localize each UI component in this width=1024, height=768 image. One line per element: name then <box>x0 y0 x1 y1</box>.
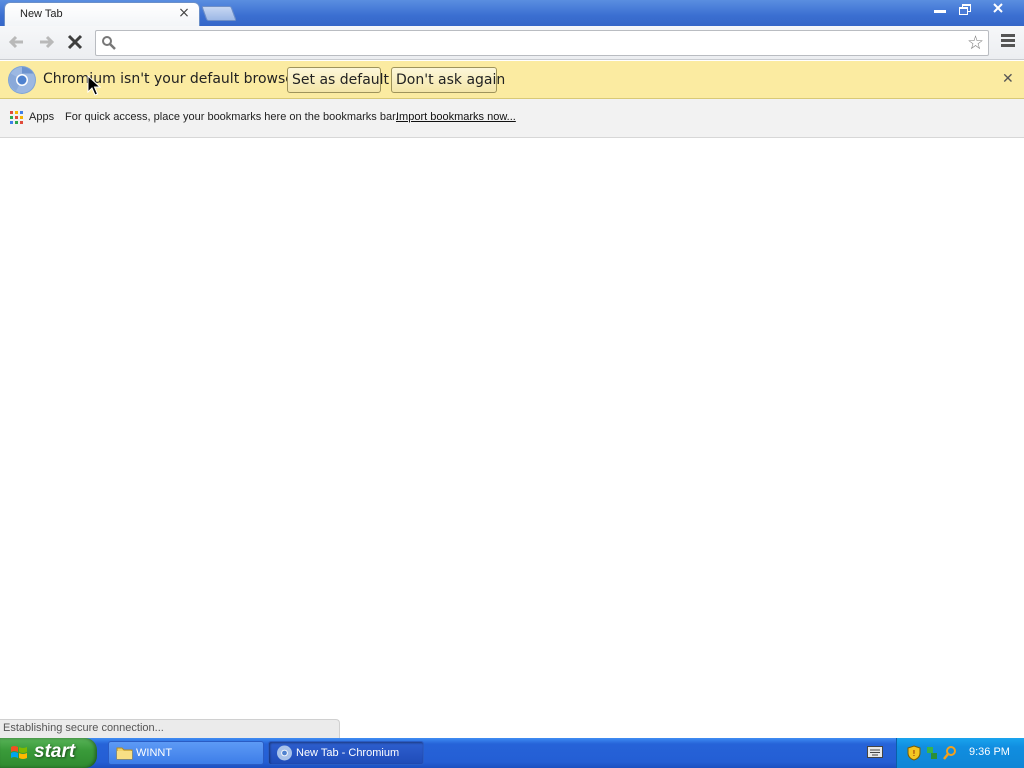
close-window-button[interactable] <box>978 1 1018 17</box>
bookmark-star-icon[interactable]: ☆ <box>967 33 984 53</box>
svg-text:!: ! <box>912 749 915 758</box>
start-button[interactable]: start <box>0 738 97 768</box>
chrome-menu-icon[interactable] <box>999 34 1017 50</box>
keyboard-icon[interactable] <box>867 746 883 758</box>
folder-icon <box>116 747 133 760</box>
bookmarks-hint-text: For quick access, place your bookmarks h… <box>65 111 399 123</box>
windows-flag-icon <box>11 746 27 759</box>
taskbar-item-chromium[interactable]: New Tab - Chromium <box>268 741 424 765</box>
system-tray: ! 9:36 PM <box>896 738 1024 768</box>
forward-arrow-icon[interactable] <box>36 32 56 52</box>
tab-title: New Tab <box>20 8 63 20</box>
apps-grid-icon[interactable] <box>10 111 23 124</box>
restore-icon-front <box>959 7 968 15</box>
windows-taskbar: start WINNT New Tab - Chromium ! 9:36 PM <box>0 738 1024 768</box>
stop-loading-icon[interactable] <box>65 32 85 52</box>
chromium-icon <box>277 745 292 761</box>
security-shield-icon[interactable]: ! <box>907 745 921 761</box>
restore-button[interactable] <box>954 1 976 17</box>
start-label: start <box>34 741 76 762</box>
dont-ask-again-button[interactable]: Don't ask again <box>391 67 505 93</box>
close-icon <box>993 3 1003 13</box>
browser-toolbar: ☆ <box>0 26 1024 60</box>
chromium-logo-icon <box>8 66 36 94</box>
taskbar-item-winnt[interactable]: WINNT <box>108 741 264 765</box>
window-titlebar[interactable]: New Tab × <box>0 0 1024 26</box>
address-bar[interactable]: ☆ <box>95 30 989 56</box>
tab-close-icon[interactable]: × <box>177 6 191 20</box>
infobar-close-icon[interactable]: ✕ <box>1002 72 1014 86</box>
infobar-message: Chromium isn't your default browser. <box>43 71 303 87</box>
address-input[interactable] <box>122 34 958 52</box>
mouse-cursor-icon <box>87 75 101 96</box>
tab-new-tab[interactable]: New Tab × <box>4 2 200 26</box>
bookmarks-bar: Apps For quick access, place your bookma… <box>0 99 1024 138</box>
back-arrow-icon[interactable] <box>7 32 27 52</box>
taskbar-item-label: WINNT <box>136 747 173 759</box>
search-tray-icon[interactable] <box>943 745 957 761</box>
minimize-icon <box>934 10 946 13</box>
default-browser-infobar: Chromium isn't your default browser. Set… <box>0 61 1024 99</box>
minimize-button[interactable] <box>928 1 952 17</box>
set-as-default-button[interactable]: Set as default <box>287 67 389 93</box>
network-icon[interactable] <box>925 745 939 761</box>
page-content <box>0 139 1024 738</box>
search-icon <box>102 36 116 50</box>
apps-shortcut[interactable]: Apps <box>29 111 54 123</box>
system-clock: 9:36 PM <box>969 746 1010 758</box>
status-bubble: Establishing secure connection... <box>0 719 340 738</box>
taskbar-item-label: New Tab - Chromium <box>296 747 400 759</box>
import-bookmarks-link[interactable]: Import bookmarks now... <box>396 111 516 123</box>
new-tab-button[interactable] <box>201 6 237 21</box>
